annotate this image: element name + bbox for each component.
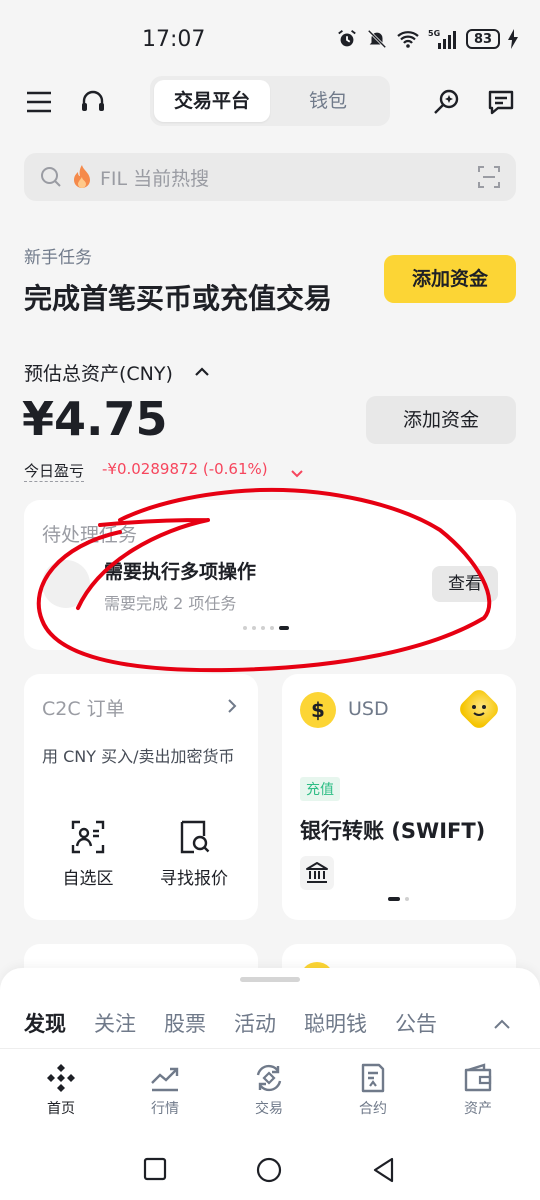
- c2c-action-label: 自选区: [62, 869, 114, 889]
- trade-swap-icon: [256, 1064, 282, 1092]
- nav-label: 交易: [255, 1101, 283, 1117]
- mascot-icon[interactable]: [452, 682, 506, 736]
- carousel-dot: [243, 626, 247, 630]
- signal-icon: 5G: [428, 29, 456, 49]
- nav-label: 合约: [359, 1101, 387, 1117]
- home-circle-icon[interactable]: [256, 1157, 282, 1187]
- scan-icon[interactable]: [478, 166, 500, 192]
- contract-document-icon: [361, 1063, 385, 1093]
- chevron-up-icon[interactable]: [492, 1016, 512, 1035]
- ai-assistant-icon[interactable]: [430, 85, 464, 119]
- chevron-down-icon[interactable]: [290, 464, 304, 483]
- task-avatar: [42, 560, 90, 608]
- tab-following[interactable]: 关注: [94, 1008, 136, 1038]
- search-input[interactable]: [24, 153, 516, 201]
- tab-announcements[interactable]: 公告: [395, 1008, 437, 1038]
- nav-assets[interactable]: 资产: [438, 1062, 518, 1118]
- nav-futures[interactable]: 合约: [333, 1062, 413, 1118]
- tab-smart-money[interactable]: 聪明钱: [304, 1008, 367, 1038]
- nav-home[interactable]: 首页: [21, 1062, 101, 1118]
- message-icon[interactable]: [484, 85, 518, 119]
- newbie-task-label: 新手任务: [24, 248, 92, 268]
- nav-markets[interactable]: 行情: [125, 1062, 205, 1118]
- usd-carousel-dot-active: [388, 897, 400, 901]
- carousel-dot: [252, 626, 256, 630]
- add-funds-primary-button[interactable]: 添加资金: [384, 255, 516, 303]
- status-time: 17:07: [142, 27, 206, 52]
- c2c-title: C2C 订单: [42, 698, 125, 720]
- usd-carousel-dot: [405, 897, 409, 901]
- alarm-icon: [338, 30, 356, 47]
- add-funds-button[interactable]: 添加资金: [366, 396, 516, 444]
- fire-icon: [70, 164, 94, 194]
- pending-task-subtitle: 需要完成 2 项任务: [104, 594, 237, 613]
- nav-label: 首页: [47, 1101, 75, 1117]
- status-icons: 5G 83: [336, 28, 518, 50]
- discover-tabs: 发现 关注 股票 活动 聪明钱 公告: [24, 1008, 437, 1038]
- nav-label: 行情: [151, 1101, 179, 1117]
- divider: [0, 1048, 540, 1049]
- c2c-find-offers-button[interactable]: 寻找报价: [144, 820, 244, 889]
- view-tasks-button[interactable]: 查看: [432, 566, 498, 602]
- search-icon: [40, 166, 62, 192]
- tab-activities[interactable]: 活动: [234, 1008, 276, 1038]
- bank-transfer-title: 银行转账 (SWIFT): [300, 819, 486, 843]
- estimated-balance-label[interactable]: 预估总资产(CNY): [24, 359, 173, 386]
- nav-trade[interactable]: 交易: [229, 1062, 309, 1118]
- back-triangle-icon[interactable]: [372, 1157, 396, 1187]
- mute-bell-icon: [367, 29, 387, 49]
- tab-discover[interactable]: 发现: [24, 1008, 66, 1038]
- c2c-favorites-button[interactable]: 自选区: [38, 820, 138, 889]
- wallet-icon: [464, 1063, 492, 1092]
- tab-exchange[interactable]: 交易平台: [154, 80, 270, 122]
- currency-label: USD: [348, 698, 389, 720]
- pnl-value: -¥0.0289872 (-0.61%): [102, 460, 268, 478]
- recent-apps-icon[interactable]: [143, 1157, 167, 1185]
- wifi-icon: [397, 31, 419, 48]
- c2c-action-label: 寻找报价: [160, 869, 228, 889]
- search-document-icon: [180, 820, 210, 854]
- carousel-indicator: [243, 626, 289, 630]
- home-diamond-icon: [47, 1064, 75, 1092]
- user-scan-icon: [71, 820, 105, 854]
- deposit-tag: 充值: [300, 777, 340, 801]
- search-placeholder: FIL 当前热搜: [100, 168, 210, 190]
- sheet-drag-handle[interactable]: [240, 977, 300, 982]
- newbie-task-title: 完成首笔买币或充值交易: [24, 282, 333, 315]
- battery-indicator: 83: [466, 29, 500, 49]
- dollar-coin-icon: $: [300, 692, 336, 728]
- c2c-description: 用 CNY 买入/卖出加密货币: [42, 747, 235, 766]
- pnl-label[interactable]: 今日盈亏: [24, 460, 85, 482]
- network-type: 5G: [428, 29, 440, 38]
- chevron-up-icon[interactable]: [194, 364, 210, 383]
- pending-tasks-title: 待处理任务: [42, 524, 138, 546]
- bank-icon: [300, 856, 334, 890]
- nav-label: 资产: [464, 1101, 492, 1117]
- tab-stocks[interactable]: 股票: [164, 1008, 206, 1038]
- carousel-dot: [261, 626, 265, 630]
- charging-icon: [508, 29, 518, 49]
- menu-icon[interactable]: [22, 85, 56, 119]
- tab-wallet[interactable]: 钱包: [270, 80, 386, 122]
- balance-value: ¥4.75: [22, 392, 168, 446]
- pending-task-heading: 需要执行多项操作: [104, 561, 257, 583]
- headset-support-icon[interactable]: [76, 85, 110, 119]
- market-chart-icon: [151, 1067, 179, 1092]
- chevron-right-icon[interactable]: [226, 698, 238, 718]
- carousel-dot: [270, 626, 274, 630]
- carousel-dot: [279, 626, 289, 630]
